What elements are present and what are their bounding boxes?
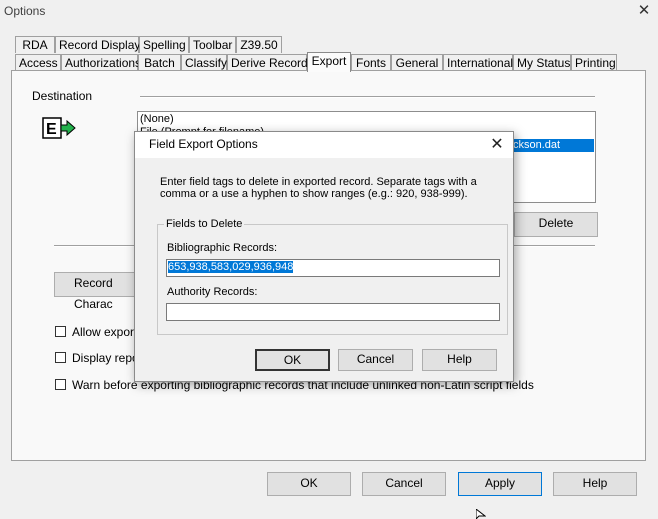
apply-button[interactable]: Apply bbox=[458, 472, 542, 496]
dialog-title: Field Export Options bbox=[149, 137, 258, 151]
authority-records-label: Authority Records: bbox=[167, 286, 258, 298]
tab-general[interactable]: General bbox=[391, 54, 443, 71]
bibliographic-records-label: Bibliographic Records: bbox=[167, 242, 278, 254]
destination-divider bbox=[140, 96, 595, 98]
tab-spelling[interactable]: Spelling bbox=[139, 36, 189, 53]
field-export-options-dialog: Field Export Options ✕ Enter field tags … bbox=[134, 131, 514, 382]
tab-rda[interactable]: RDA bbox=[15, 36, 55, 53]
cancel-button[interactable]: Cancel bbox=[362, 472, 446, 496]
fields-to-delete-legend: Fields to Delete bbox=[164, 218, 245, 230]
ok-button[interactable]: OK bbox=[267, 472, 351, 496]
dialog-description: Enter field tags to delete in exported r… bbox=[160, 176, 477, 200]
tab-toolbar[interactable]: Toolbar bbox=[189, 36, 236, 53]
window-title: Options bbox=[4, 4, 46, 18]
bibliographic-records-input[interactable]: 653,938,583,029,936,948 bbox=[166, 259, 500, 277]
tab-export[interactable]: Export bbox=[307, 52, 351, 72]
list-item[interactable]: (None) bbox=[140, 113, 174, 126]
allow-export-checkbox[interactable] bbox=[55, 326, 66, 337]
window-close-icon[interactable]: ✕ bbox=[636, 3, 652, 19]
dialog-body: Enter field tags to delete in exported r… bbox=[135, 158, 513, 381]
destination-label: Destination bbox=[32, 89, 93, 103]
tab-printing[interactable]: Printing bbox=[571, 54, 617, 71]
help-button[interactable]: Help bbox=[553, 472, 637, 496]
dialog-cancel-button[interactable]: Cancel bbox=[338, 349, 413, 371]
tab-z3950[interactable]: Z39.50 bbox=[236, 36, 282, 53]
tab-derive-record[interactable]: Derive Record bbox=[227, 54, 308, 71]
fields-to-delete-group: Fields to Delete Bibliographic Records: … bbox=[157, 218, 508, 335]
window-titlebar bbox=[0, 0, 658, 24]
tab-authorizations[interactable]: Authorizations bbox=[61, 54, 141, 71]
svg-text:E: E bbox=[46, 121, 57, 138]
display-report-checkbox[interactable] bbox=[55, 352, 66, 363]
list-item-selected-suffix: ckson.dat bbox=[513, 139, 561, 151]
tab-access[interactable]: Access bbox=[15, 54, 61, 71]
tab-international[interactable]: International bbox=[443, 54, 513, 71]
tab-record-display[interactable]: Record Display bbox=[55, 36, 140, 53]
tab-my-status[interactable]: My Status bbox=[513, 54, 571, 71]
dialog-help-button[interactable]: Help bbox=[422, 349, 497, 371]
bibliographic-records-value: 653,938,583,029,936,948 bbox=[168, 261, 294, 273]
mouse-cursor-icon bbox=[476, 509, 486, 519]
tab-fonts[interactable]: Fonts bbox=[351, 54, 391, 71]
tab-classify[interactable]: Classify bbox=[181, 54, 227, 71]
dialog-close-icon[interactable]: ✕ bbox=[487, 135, 507, 155]
export-e-arrow-icon: E bbox=[42, 117, 76, 139]
tab-batch[interactable]: Batch bbox=[138, 54, 181, 71]
delete-button[interactable]: Delete bbox=[514, 212, 598, 237]
warn-nonlatin-checkbox[interactable] bbox=[55, 379, 66, 390]
dialog-ok-button[interactable]: OK bbox=[255, 349, 330, 371]
authority-records-input[interactable] bbox=[166, 303, 500, 321]
